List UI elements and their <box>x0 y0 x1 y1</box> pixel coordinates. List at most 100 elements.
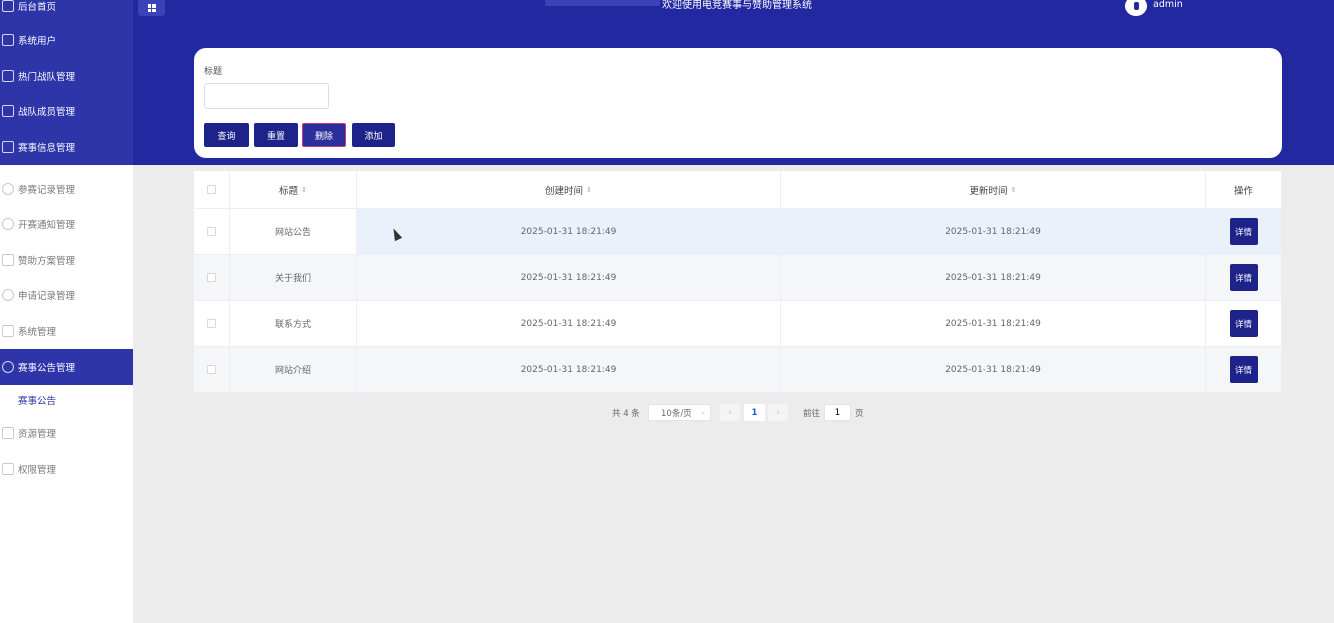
updated-cell: 2025-01-31 18:21:49 <box>781 209 1206 254</box>
sidebar-item-events[interactable]: 赛事信息管理 <box>0 129 133 165</box>
table-row[interactable]: 网站介绍 2025-01-31 18:21:49 2025-01-31 18:2… <box>194 347 1281 393</box>
goto-page-input[interactable] <box>824 404 851 421</box>
op-cell: 详情 <box>1206 301 1281 346</box>
sort-icon[interactable]: ⇕ <box>586 186 592 193</box>
chat-icon <box>2 218 14 230</box>
prev-page-button[interactable]: ‹ <box>720 404 740 421</box>
table-row[interactable]: 关于我们 2025-01-31 18:21:49 2025-01-31 18:2… <box>194 255 1281 301</box>
title-cell: 网站介绍 <box>230 347 357 392</box>
doc-icon <box>2 427 14 439</box>
header-checkbox-cell <box>194 171 230 208</box>
sidebar-item-label: 后台首页 <box>18 2 57 13</box>
sidebar-item-label: 战队成员管理 <box>18 107 76 118</box>
column-created-label: 创建时间 <box>545 185 584 197</box>
search-panel: 标题 查询 重置 删除 添加 <box>194 48 1282 158</box>
menu-toggle-button[interactable] <box>138 0 165 16</box>
row-checkbox[interactable] <box>207 273 216 282</box>
announcement-table: 标题 ⇕ 创建时间 ⇕ 更新时间 ⇕ 操作 网站公告 2025-01-31 18:21… <box>194 171 1281 393</box>
column-title-label: 标题 <box>279 185 299 197</box>
row-checkbox[interactable] <box>207 227 216 236</box>
op-cell: 详情 <box>1206 255 1281 300</box>
doc-icon <box>2 141 14 153</box>
title-cell: 联系方式 <box>230 301 357 346</box>
grid-icon <box>2 34 14 46</box>
sidebar-item-label: 热门战队管理 <box>18 72 76 83</box>
select-all-checkbox[interactable] <box>207 185 216 194</box>
detail-button[interactable]: 详情 <box>1229 356 1258 383</box>
clipboard-icon <box>2 463 14 475</box>
chat-icon <box>2 361 14 373</box>
op-cell: 详情 <box>1206 347 1281 392</box>
chevron-right-icon: › <box>776 407 780 418</box>
created-cell: 2025-01-31 18:21:49 <box>357 255 781 300</box>
user-icon <box>2 183 14 195</box>
sidebar-item-notices[interactable]: 开赛通知管理 <box>0 206 133 242</box>
chevron-down-icon: ⌄ <box>700 408 706 416</box>
sidebar-item-label: 资源管理 <box>18 429 57 440</box>
sidebar: 后台首页 系统用户 热门战队管理 战队成员管理 赛事信息管理 参赛记录管理 开赛… <box>0 0 133 623</box>
op-cell: 详情 <box>1206 209 1281 254</box>
column-header-title[interactable]: 标题 ⇕ <box>230 171 357 208</box>
chevron-left-icon: ‹ <box>728 407 732 418</box>
chat-icon <box>2 289 14 301</box>
sidebar-item-sponsorship[interactable]: 赞助方案管理 <box>0 242 133 278</box>
add-button[interactable]: 添加 <box>352 123 395 147</box>
table-row[interactable]: 网站公告 2025-01-31 18:21:49 2025-01-31 18:2… <box>194 209 1281 255</box>
grid-menu-icon <box>147 4 156 12</box>
column-header-created[interactable]: 创建时间 ⇕ <box>357 171 781 208</box>
row-checkbox[interactable] <box>207 319 216 328</box>
goto-label: 前往 <box>803 409 821 419</box>
row-checkbox-cell <box>194 209 230 254</box>
sidebar-item-system[interactable]: 系统管理 <box>0 313 133 349</box>
detail-button[interactable]: 详情 <box>1229 310 1258 337</box>
row-checkbox-cell <box>194 347 230 392</box>
created-cell: 2025-01-31 18:21:49 <box>357 209 781 254</box>
sidebar-item-label: 开赛通知管理 <box>18 220 76 231</box>
star-icon <box>2 0 14 12</box>
table-row[interactable]: 联系方式 2025-01-31 18:21:49 2025-01-31 18:2… <box>194 301 1281 347</box>
created-cell: 2025-01-31 18:21:49 <box>357 301 781 346</box>
sidebar-item-label: 权限管理 <box>18 465 57 476</box>
created-cell: 2025-01-31 18:21:49 <box>357 347 781 392</box>
sidebar-item-permissions[interactable]: 权限管理 <box>0 451 133 487</box>
sidebar-item-participation[interactable]: 参赛记录管理 <box>0 171 133 207</box>
row-checkbox-cell <box>194 301 230 346</box>
title-search-input[interactable] <box>204 83 329 109</box>
delete-button[interactable]: 删除 <box>302 123 346 147</box>
sidebar-item-applications[interactable]: 申请记录管理 <box>0 277 133 313</box>
pagination: 共 4 条 10条/页 ⌄ ‹ 1 › 前往 页 <box>0 404 1334 421</box>
row-checkbox[interactable] <box>207 365 216 374</box>
page-suffix-label: 页 <box>855 409 864 419</box>
sidebar-item-label: 赛事公告管理 <box>18 363 76 374</box>
user-avatar-icon <box>1133 2 1139 10</box>
pagination-total: 共 4 条 <box>612 409 640 419</box>
updated-cell: 2025-01-31 18:21:49 <box>781 255 1206 300</box>
next-page-button[interactable]: › <box>768 404 788 421</box>
username[interactable]: admin <box>1153 0 1183 10</box>
page-size-select[interactable]: 10条/页 ⌄ <box>648 404 711 421</box>
page-number-current[interactable]: 1 <box>744 404 765 421</box>
sort-icon[interactable]: ⇕ <box>301 186 307 193</box>
detail-button[interactable]: 详情 <box>1229 218 1258 245</box>
sidebar-item-team-members[interactable]: 战队成员管理 <box>0 93 133 129</box>
detail-button[interactable]: 详情 <box>1229 264 1258 291</box>
reset-button[interactable]: 重置 <box>254 123 298 147</box>
header-tab-strip <box>545 0 660 6</box>
query-button[interactable]: 查询 <box>204 123 249 147</box>
sidebar-item-teams[interactable]: 热门战队管理 <box>0 58 133 94</box>
sidebar-item-label: 申请记录管理 <box>18 291 76 302</box>
welcome-text: 欢迎使用电竞赛事与赞助管理系统 <box>662 0 812 11</box>
sidebar-item-announcements[interactable]: 赛事公告管理 <box>0 349 133 385</box>
doc-search-icon <box>2 325 14 337</box>
title-field-label: 标题 <box>204 67 223 77</box>
title-cell: 网站公告 <box>230 209 357 254</box>
column-header-op: 操作 <box>1233 185 1253 197</box>
sidebar-item-label: 系统管理 <box>18 327 57 338</box>
column-header-updated[interactable]: 更新时间 ⇕ <box>781 171 1206 208</box>
sort-icon[interactable]: ⇕ <box>1011 186 1017 193</box>
sidebar-item-label: 参赛记录管理 <box>18 185 76 196</box>
sidebar-item-system-users[interactable]: 系统用户 <box>0 22 133 58</box>
table-header: 标题 ⇕ 创建时间 ⇕ 更新时间 ⇕ 操作 <box>194 171 1281 209</box>
clipboard-icon <box>2 254 14 266</box>
sidebar-item-home[interactable]: 后台首页 <box>0 0 133 24</box>
